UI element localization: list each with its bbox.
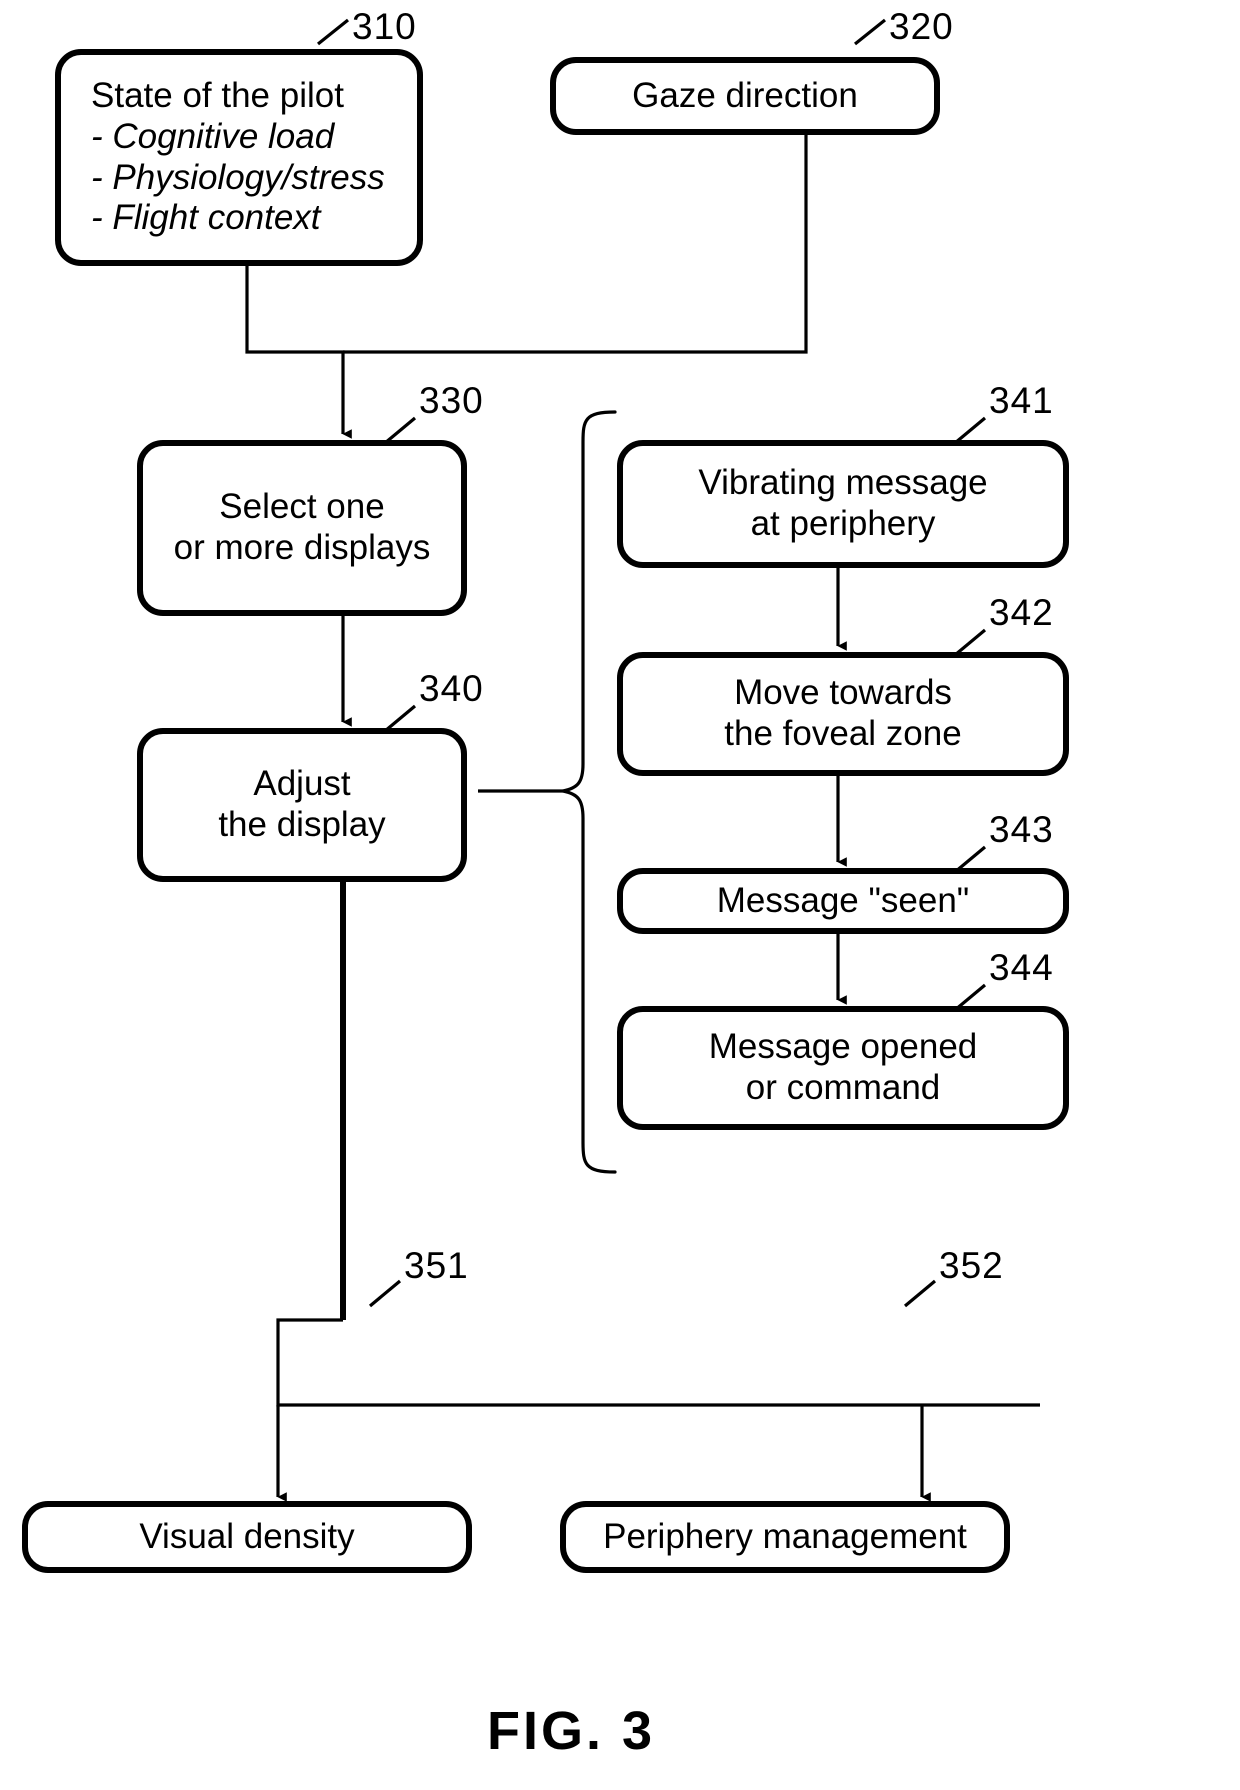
leader-351 bbox=[368, 1279, 402, 1308]
node-label-344-1: or command bbox=[745, 1068, 941, 1107]
node-label-351-0: Visual density bbox=[139, 1516, 355, 1556]
ref-number-340: 340 bbox=[419, 668, 484, 709]
ref-number-343: 343 bbox=[989, 809, 1054, 850]
node-label-320-0: Gaze direction bbox=[632, 75, 858, 115]
ref-number-352: 352 bbox=[939, 1245, 1004, 1286]
node-vibrating-message[interactable]: Vibrating message at periphery bbox=[617, 440, 1069, 568]
node-message-seen[interactable]: Message "seen" bbox=[617, 868, 1069, 934]
node-label-342-0: Move towards bbox=[734, 673, 952, 713]
node-label-342-1: the foveal zone bbox=[724, 714, 962, 753]
node-item-310-2: - Flight context bbox=[91, 198, 321, 238]
ref-number-310: 310 bbox=[352, 6, 417, 47]
node-title-310: State of the pilot bbox=[91, 76, 344, 116]
leader-310 bbox=[317, 18, 349, 46]
node-label-341-1: at periphery bbox=[750, 504, 936, 543]
node-adjust-display[interactable]: Adjust the display bbox=[137, 728, 467, 882]
figure-caption: FIG. 3 bbox=[487, 1701, 656, 1761]
node-item-310-0: - Cognitive load bbox=[91, 116, 335, 156]
ref-number-342: 342 bbox=[989, 592, 1054, 633]
node-label-343-0: Message "seen" bbox=[716, 880, 970, 920]
node-visual-density[interactable]: Visual density bbox=[22, 1501, 472, 1573]
node-message-opened[interactable]: Message opened or command bbox=[617, 1006, 1069, 1130]
node-item-310-1: - Physiology/stress bbox=[91, 157, 385, 197]
ref-number-330: 330 bbox=[419, 380, 484, 421]
ref-number-351: 351 bbox=[404, 1245, 469, 1286]
ref-number-341: 341 bbox=[989, 380, 1054, 421]
connector-distribution-bar bbox=[276, 1318, 1040, 1407]
node-label-341-0: Vibrating message bbox=[698, 463, 988, 503]
node-label-330-0: Select one bbox=[219, 487, 385, 527]
patent-figure-3: State of the pilot - Cognitive load - Ph… bbox=[0, 0, 1240, 1790]
ref-number-320: 320 bbox=[889, 6, 954, 47]
node-label-340-1: the display bbox=[218, 805, 386, 844]
leader-352 bbox=[903, 1279, 937, 1308]
node-label-340-0: Adjust bbox=[253, 764, 351, 804]
node-label-330-1: or more displays bbox=[173, 528, 431, 567]
node-state-of-the-pilot[interactable]: State of the pilot - Cognitive load - Ph… bbox=[55, 49, 423, 266]
node-move-foveal-zone[interactable]: Move towards the foveal zone bbox=[617, 652, 1069, 776]
node-label-344-0: Message opened bbox=[708, 1027, 978, 1067]
node-select-displays[interactable]: Select one or more displays bbox=[137, 440, 467, 616]
brace-340-to-341-344 bbox=[562, 410, 617, 1174]
leader-320 bbox=[854, 18, 886, 46]
node-gaze-direction[interactable]: Gaze direction bbox=[550, 57, 940, 135]
ref-number-344: 344 bbox=[989, 947, 1054, 988]
node-label-352-0: Periphery management bbox=[603, 1516, 967, 1556]
connector-310-to-330 bbox=[245, 266, 352, 439]
node-periphery-management[interactable]: Periphery management bbox=[560, 1501, 1010, 1573]
